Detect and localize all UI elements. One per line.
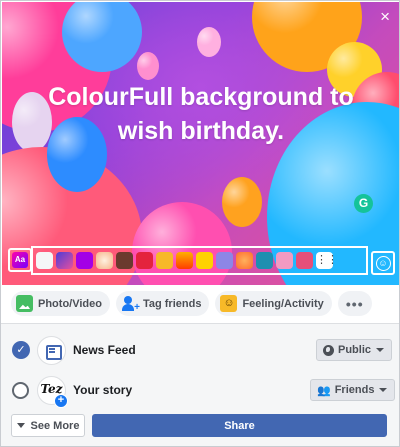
composer-actions: Photo/Video + Tag friends ☺ Feeling/Acti… (1, 286, 399, 321)
close-icon[interactable]: × (380, 8, 390, 25)
composer-footer: See More Share (1, 414, 399, 440)
news-feed-label: News Feed (73, 343, 136, 357)
add-icon: + (54, 394, 68, 408)
yellow-swatch[interactable] (196, 252, 213, 269)
see-more-button[interactable]: See More (11, 414, 85, 437)
news-feed-icon (37, 335, 66, 365)
audience-section: ✓ News Feed Public Tez + Your story 👥 Fr… (1, 323, 399, 446)
tag-friends-button[interactable]: + Tag friends (115, 291, 210, 316)
photo-video-button[interactable]: Photo/Video (11, 291, 110, 316)
see-more-label: See More (30, 419, 80, 432)
story-privacy-dropdown[interactable]: 👥 Friends (310, 379, 396, 401)
grid-icon[interactable]: ⋮⋮ (316, 252, 338, 269)
your-story-option[interactable]: Tez + Your story 👥 Friends (1, 370, 399, 410)
emoji-picker-button[interactable]: ☺ (371, 251, 395, 275)
privacy-label: Friends (334, 384, 375, 396)
tag-friends-label: Tag friends (142, 297, 202, 310)
balloon-decoration (222, 177, 262, 227)
friends-icon: 👥 (317, 384, 331, 397)
text-style-toggle[interactable]: Aa (8, 248, 32, 272)
privacy-label: Public (338, 344, 372, 356)
photo-icon (16, 295, 33, 312)
grammarly-icon[interactable]: G (354, 194, 373, 213)
peach-swatch[interactable] (96, 252, 113, 269)
white-swatch[interactable] (36, 252, 53, 269)
post-composer-dialog: ColourFull background to wish birthday. … (0, 0, 400, 447)
caret-down-icon (376, 348, 385, 352)
photo-video-label: Photo/Video (38, 297, 102, 310)
fire-swatch[interactable] (176, 252, 193, 269)
purple-swatch[interactable] (76, 252, 93, 269)
text-style-label: Aa (12, 252, 28, 268)
more-options-button[interactable]: ••• (337, 291, 372, 316)
lavender-swatch[interactable] (216, 252, 233, 269)
background-swatch-picker: ⋮⋮ (31, 246, 368, 275)
gradient-blue-pink-swatch[interactable] (56, 252, 73, 269)
pink-swatch[interactable] (276, 252, 293, 269)
tag-person-icon: + (121, 295, 140, 313)
red-heart-swatch[interactable] (136, 252, 153, 269)
heart-eyes-swatch[interactable] (156, 252, 173, 269)
balloon-decoration (197, 27, 221, 57)
globe-icon (323, 344, 334, 356)
composer-background[interactable]: ColourFull background to wish birthday. … (2, 2, 399, 285)
news-feed-privacy-dropdown[interactable]: Public (316, 339, 393, 361)
checkmark-icon[interactable]: ✓ (12, 341, 30, 359)
your-story-label: Your story (73, 383, 133, 397)
orange-swatch[interactable] (236, 252, 253, 269)
feeling-activity-label: Feeling/Activity (242, 297, 324, 310)
balloon-decoration (62, 2, 142, 72)
post-text[interactable]: ColourFull background to wish birthday. (2, 80, 399, 148)
feeling-activity-button[interactable]: ☺ Feeling/Activity (215, 291, 332, 316)
share-button[interactable]: Share (92, 414, 387, 437)
rose-swatch[interactable] (296, 252, 313, 269)
news-feed-option[interactable]: ✓ News Feed Public (1, 330, 399, 370)
caret-down-icon (379, 388, 388, 392)
smiley-icon: ☺ (375, 255, 391, 271)
caret-down-icon (16, 423, 25, 428)
balloon-decoration (137, 52, 159, 80)
smiley-icon: ☺ (220, 295, 238, 312)
radio-button[interactable] (12, 381, 29, 399)
teal-swatch[interactable] (256, 252, 273, 269)
brown-swatch[interactable] (116, 252, 133, 269)
